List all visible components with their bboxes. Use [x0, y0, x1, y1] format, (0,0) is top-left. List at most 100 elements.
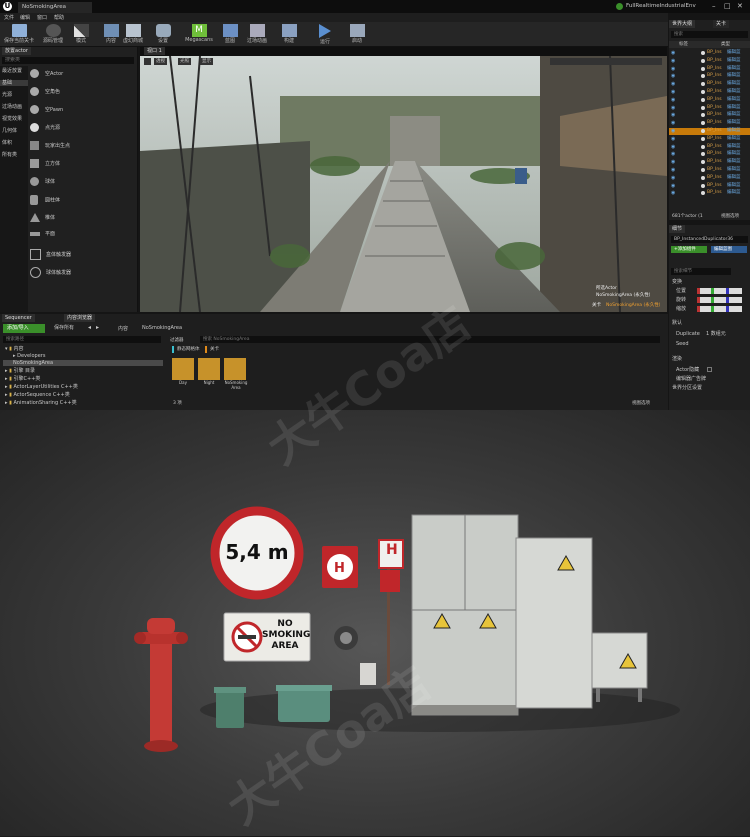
visibility-eye-icon[interactable]: ◉ [671, 183, 675, 189]
outliner-row[interactable]: ◉ BP_Ins 编辑蓝 [669, 136, 750, 143]
class-search-input[interactable]: 搜索类 [2, 57, 134, 64]
actor-item[interactable]: 平面 [30, 231, 55, 237]
label-column[interactable]: 标签 [679, 41, 688, 47]
category-item[interactable]: 最近放置 [2, 68, 22, 74]
outliner-row[interactable]: ◉ BP_Ins 编辑蓝 [669, 159, 750, 166]
actor-item[interactable]: 椎体 [30, 213, 55, 222]
tree-item[interactable]: ▸ ▮ ActorSequence C++类 [5, 392, 70, 398]
scale-fields[interactable] [697, 306, 742, 312]
outliner-row[interactable]: ◉ BP_Ins 编辑蓝 [669, 175, 750, 182]
filter-chip-level[interactable]: 关卡 [205, 346, 222, 353]
menu-window[interactable]: 窗口 [37, 14, 47, 21]
actor-item[interactable]: 空Pawn [30, 105, 63, 114]
tree-item[interactable]: ▸ ▮ AnimationSharing C++类 [5, 400, 77, 406]
perspective-button[interactable]: 透视 [154, 58, 167, 65]
save-all-button[interactable]: 保存所有 [50, 324, 84, 333]
outliner-row[interactable]: ◉ BP_Ins 编辑蓝 [669, 120, 750, 127]
visibility-eye-icon[interactable]: ◉ [671, 151, 675, 157]
duplicate-value[interactable]: 1 数组元 [706, 331, 726, 337]
tree-item-selected[interactable]: NoSmokingArea [3, 360, 163, 366]
minimize-button[interactable]: – [712, 2, 720, 10]
tree-item[interactable]: ▸ ▮ ActorLayerUtilities C++类 [5, 384, 78, 390]
sequencer-tab[interactable]: Sequencer [2, 314, 35, 322]
actor-item[interactable]: 玩家出生点 [30, 141, 70, 150]
tree-item[interactable]: ▸ ▮ 引擎 目录 [5, 368, 35, 374]
filter-chip-static-mesh[interactable]: 静态网格体 [172, 346, 203, 353]
outliner-row[interactable]: ◉ BP_Ins 编辑蓝 [669, 167, 750, 174]
megascans-button[interactable]: M Megascans [182, 23, 216, 46]
transform-section[interactable]: 变换 [672, 279, 682, 285]
world-partition-section[interactable]: 世界分区设置 [672, 385, 702, 391]
visibility-eye-icon[interactable]: ◉ [671, 81, 675, 87]
location-fields[interactable] [697, 288, 742, 294]
category-item[interactable]: 过场动画 [2, 104, 22, 110]
menu-file[interactable]: 文件 [4, 14, 14, 21]
outliner-row[interactable]: ◉ BP_Ins 编辑蓝 [669, 105, 750, 112]
outliner-search-input[interactable]: 搜索 [671, 31, 748, 38]
lit-button[interactable]: 光照 [178, 58, 191, 65]
type-column[interactable]: 类型 [721, 41, 730, 47]
tree-item[interactable]: ▾ ▮ 内容 [5, 346, 23, 352]
breadcrumb-root[interactable]: 内容 [118, 325, 128, 332]
visibility-eye-icon[interactable]: ◉ [671, 144, 675, 150]
visibility-eye-icon[interactable]: ◉ [671, 58, 675, 64]
category-item[interactable]: 几何体 [2, 128, 17, 134]
actor-item[interactable]: 空角色 [30, 87, 60, 96]
menu-edit[interactable]: 编辑 [20, 14, 30, 21]
outliner-row[interactable]: ◉ BP_Ins 编辑蓝 [669, 190, 750, 197]
show-button[interactable]: 显示 [200, 58, 213, 65]
filters-button[interactable]: 过滤器 [170, 337, 184, 343]
category-item[interactable]: 体积 [2, 140, 12, 146]
details-tab[interactable]: 细节 [669, 225, 686, 233]
add-component-button[interactable]: +添加组件 [671, 246, 707, 253]
build-button[interactable]: 构建 [272, 23, 306, 46]
save-current-level-button[interactable]: 保存当前关卡 [2, 23, 36, 46]
object-name-field[interactable]: BP_InstancedDuplicator36 [671, 236, 748, 243]
menu-help[interactable]: 帮助 [54, 14, 64, 21]
content-browser-tab[interactable]: 内容浏览器 [64, 314, 96, 322]
outliner-row[interactable]: ◉ BP_Ins 编辑蓝 [669, 97, 750, 104]
category-item[interactable]: 基础 [0, 80, 28, 86]
transform-tools[interactable] [550, 58, 662, 65]
content-view-options[interactable]: 视图选项 [632, 400, 650, 406]
outliner-tab[interactable]: 世界大纲 [669, 20, 696, 28]
visibility-eye-icon[interactable]: ◉ [671, 159, 675, 165]
outliner-row[interactable]: ◉ BP_Ins 编辑蓝 [669, 50, 750, 57]
asset-tile[interactable]: Day [172, 358, 194, 392]
actor-item[interactable]: 盒体触发器 [30, 249, 71, 260]
outliner-row[interactable]: ◉ BP_Ins 编辑蓝 [669, 112, 750, 119]
visibility-eye-icon[interactable]: ◉ [671, 112, 675, 118]
outliner-row[interactable]: ◉ BP_Ins 编辑蓝 [669, 58, 750, 65]
default-section[interactable]: 默认 [672, 320, 682, 326]
levels-tab[interactable]: 关卡 [713, 20, 730, 28]
breadcrumb-current[interactable]: NoSmokingArea [142, 325, 182, 331]
outliner-row[interactable]: ◉ BP_Ins 编辑蓝 [669, 151, 750, 158]
tree-item[interactable]: ▸ ▮ 引擎C++类 [5, 376, 40, 382]
outliner-row[interactable]: ◉ BP_Ins 编辑蓝 [669, 73, 750, 80]
level-viewport[interactable]: 视口 1 透视 光照 显示 所选Actor NoSmokingArea (永久性… [140, 47, 667, 312]
place-actors-tab[interactable]: 放置actor [2, 47, 31, 55]
category-item[interactable]: 视觉效果 [2, 116, 22, 122]
forward-button[interactable]: ▸ [96, 324, 99, 331]
close-button[interactable]: ✕ [737, 2, 745, 10]
details-search-input[interactable]: 搜索细节 [671, 268, 731, 275]
rotation-fields[interactable] [697, 297, 742, 303]
actor-item[interactable]: 空Actor [30, 69, 63, 78]
visibility-eye-icon[interactable]: ◉ [671, 97, 675, 103]
visibility-eye-icon[interactable]: ◉ [671, 73, 675, 79]
tree-item[interactable]: ▸ Developers [13, 353, 45, 359]
cinematics-button[interactable]: 过场动画 [240, 23, 274, 46]
outliner-row[interactable]: ◉ BP_Ins 编辑蓝 [669, 66, 750, 73]
back-button[interactable]: ◂ [88, 324, 91, 331]
visibility-eye-icon[interactable]: ◉ [671, 167, 675, 173]
actor-item[interactable]: 点光源 [30, 123, 60, 132]
launch-button[interactable]: 启动 [340, 23, 374, 46]
category-item[interactable]: 光源 [2, 92, 12, 98]
actor-item[interactable]: 球体触发器 [30, 267, 71, 278]
render-section[interactable]: 渲染 [672, 356, 682, 362]
visibility-eye-icon[interactable]: ◉ [671, 120, 675, 126]
outliner-row[interactable]: ◉ BP_Ins 编辑蓝 [669, 183, 750, 190]
outliner-view-options[interactable]: 视图选项 [721, 213, 739, 219]
visibility-eye-icon[interactable]: ◉ [671, 190, 675, 196]
level-tab[interactable]: NoSmokingArea [18, 2, 92, 13]
